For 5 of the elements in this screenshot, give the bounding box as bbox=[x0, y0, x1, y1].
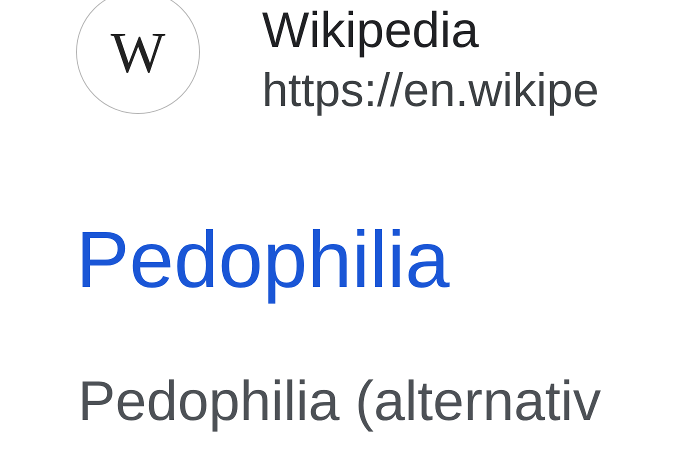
site-url: https://en.wikipe bbox=[262, 62, 600, 118]
wikipedia-logo: W bbox=[76, 0, 200, 114]
result-title-link[interactable]: Pedophilia bbox=[76, 212, 450, 308]
result-snippet: Pedophilia (alternativ bbox=[78, 368, 601, 434]
site-name: Wikipedia bbox=[262, 1, 480, 60]
